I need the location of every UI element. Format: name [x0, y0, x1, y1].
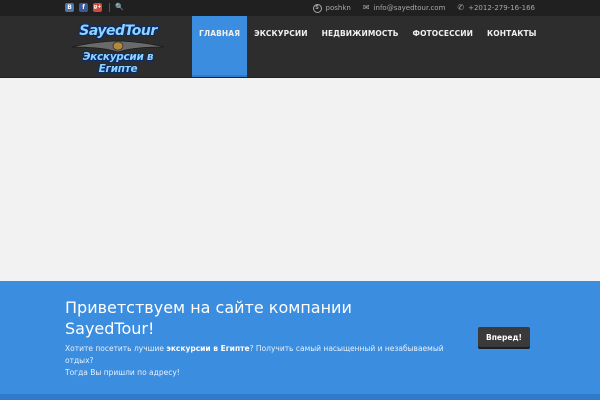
social-links: В f g+ 🔍 [65, 3, 124, 12]
email-address: info@sayedtour.com [373, 4, 446, 12]
envelope-icon: ✉ [362, 3, 370, 12]
phone-icon: ✆ [457, 3, 465, 12]
banner-text: Хотите посетить лучшие экскурсии в Египт… [65, 343, 445, 379]
phone-contact[interactable]: ✆ +2012-279-16-166 [457, 3, 535, 13]
contact-info: S poshkn ✉ info@sayedtour.com ✆ +2012-27… [301, 2, 535, 14]
skype-name: poshkn [325, 4, 351, 12]
site-logo[interactable]: SayedTour Экскурсии в Египте [66, 23, 170, 75]
banner-text-link: экскурсии в Египте [166, 344, 250, 353]
welcome-banner: Приветствуем на сайте компании SayedTour… [0, 281, 600, 400]
search-icon[interactable]: 🔍 [115, 4, 124, 11]
skype-contact[interactable]: S poshkn [312, 3, 351, 13]
email-contact[interactable]: ✉ info@sayedtour.com [362, 3, 446, 13]
googleplus-icon[interactable]: g+ [93, 3, 102, 12]
nav-item-photoshoots[interactable]: ФОТОСЕССИИ [406, 16, 481, 77]
skype-icon: S [312, 3, 322, 13]
nav-item-real-estate[interactable]: НЕДВИЖИМОСТЬ [315, 16, 406, 77]
site-header: SayedTour Экскурсии в Египте ГЛАВНАЯ ЭКС… [0, 16, 600, 78]
banner-text-line2: Тогда Вы пришли по адресу! [65, 368, 180, 377]
phone-number: +2012-279-16-166 [468, 4, 535, 12]
nav-item-excursions[interactable]: ЭКСКУРСИИ [247, 16, 315, 77]
divider [109, 3, 110, 12]
banner-text-start: Хотите посетить лучшие [65, 344, 167, 353]
forward-button[interactable]: Вперед! [478, 327, 530, 347]
nav-item-home[interactable]: ГЛАВНАЯ [192, 16, 248, 77]
vk-icon[interactable]: В [65, 3, 74, 12]
facebook-icon[interactable]: f [79, 3, 88, 12]
logo-subtitle: Экскурсии в Египте [82, 51, 154, 75]
bottom-strip [0, 394, 600, 400]
hero-area [0, 78, 600, 281]
nav-item-contacts[interactable]: КОНТАКТЫ [480, 16, 544, 77]
banner-title: Приветствуем на сайте компании SayedTour… [65, 298, 352, 338]
top-bar: В f g+ 🔍 S poshkn ✉ info@sayedtour.com ✆… [0, 0, 600, 16]
main-nav: ГЛАВНАЯ ЭКСКУРСИИ НЕДВИЖИМОСТЬ ФОТОСЕССИ… [192, 16, 544, 77]
